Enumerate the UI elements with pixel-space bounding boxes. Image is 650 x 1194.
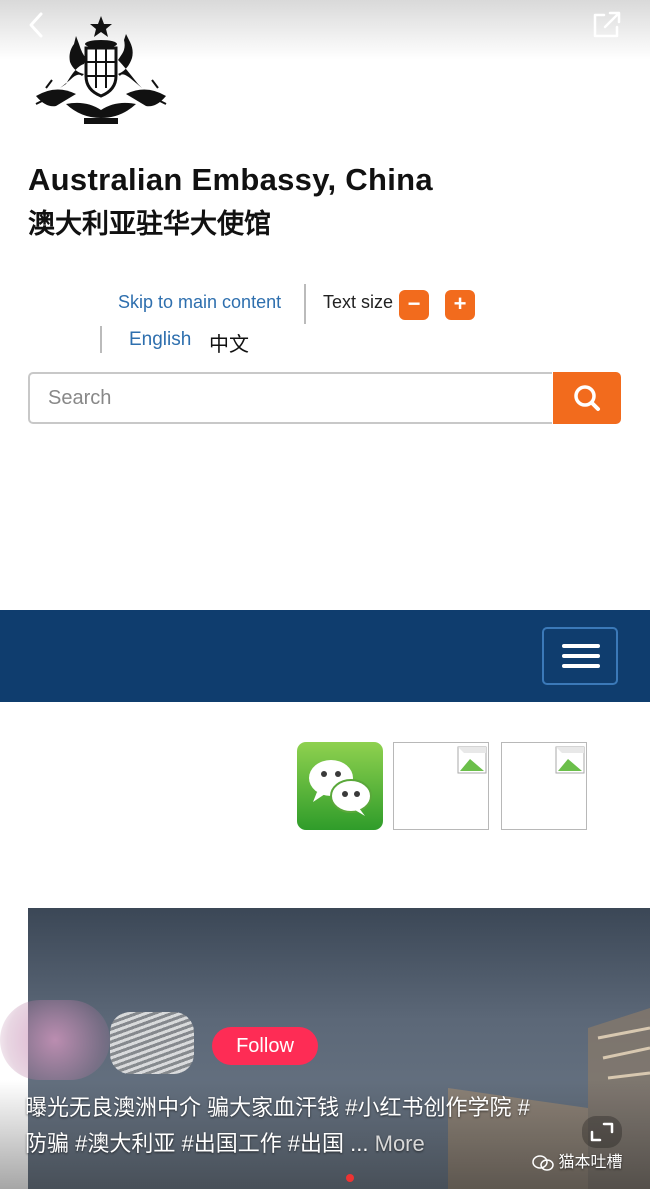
caption-text: 曝光无良澳洲中介 骗大家血汗钱 #小红书创作学院 #防骗 #澳大利亚 #出国工作… [25, 1095, 530, 1156]
post-caption[interactable]: 曝光无良澳洲中介 骗大家血汗钱 #小红书创作学院 #防骗 #澳大利亚 #出国工作… [25, 1090, 545, 1162]
search-button[interactable] [553, 372, 621, 424]
language-english-link[interactable]: English [129, 329, 191, 351]
hamburger-line [562, 664, 600, 668]
watermark-text: 猫本吐槽 [558, 1154, 623, 1171]
broken-image-icon[interactable] [393, 742, 489, 830]
watermark: 猫本吐槽 [532, 1148, 622, 1174]
search-icon [574, 385, 600, 411]
increase-text-size-button[interactable]: + [445, 290, 475, 320]
hamburger-icon [562, 644, 600, 648]
wechat-icon[interactable] [297, 742, 383, 830]
expand-icon[interactable] [580, 1114, 624, 1150]
skip-to-main-link[interactable]: Skip to main content [118, 292, 281, 313]
share-icon[interactable] [590, 10, 624, 40]
site-title-zh[interactable]: 澳大利亚驻华大使馆 [28, 202, 271, 241]
language-chinese-link[interactable]: 中文 [209, 328, 249, 357]
blurred-username [110, 1012, 194, 1074]
menu-button[interactable] [542, 627, 618, 685]
hamburger-line [562, 654, 600, 658]
decrease-text-size-button[interactable]: − [399, 290, 429, 320]
site-title-en[interactable]: Australian Embassy, China [28, 162, 433, 198]
coat-of-arms [26, 14, 176, 126]
divider [304, 284, 306, 324]
wechat-logo-icon [532, 1155, 554, 1171]
search-input[interactable] [28, 372, 552, 424]
broken-image-icon[interactable] [501, 742, 587, 830]
more-link[interactable]: More [369, 1131, 425, 1156]
divider [100, 326, 102, 353]
blurred-avatar [0, 1000, 110, 1080]
progress-indicator [346, 1174, 354, 1182]
follow-button[interactable]: Follow [212, 1027, 318, 1065]
text-size-label: Text size [323, 292, 394, 312]
